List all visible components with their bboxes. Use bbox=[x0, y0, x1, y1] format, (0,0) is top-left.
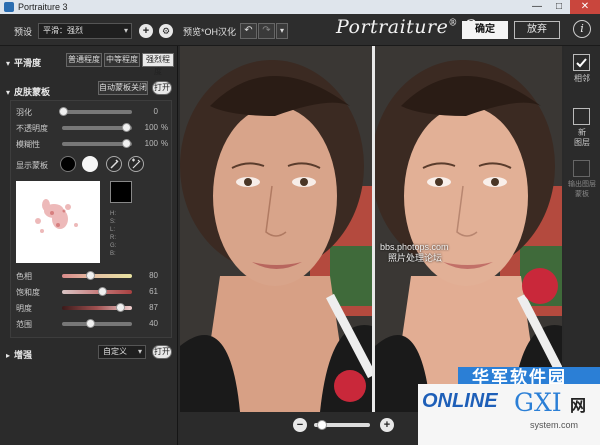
enhance-header[interactable]: 增强 bbox=[6, 348, 32, 361]
close-button[interactable]: ✕ bbox=[570, 0, 600, 14]
window-controls: — □ ✕ bbox=[526, 0, 600, 14]
site-watermark: 华军软件园 ONLINE GXI 网 system.com bbox=[418, 362, 600, 445]
auto-mask-button[interactable]: 自动蒙板关闭 bbox=[98, 81, 148, 95]
cancel-button[interactable]: 放弃 bbox=[514, 21, 560, 39]
output-mask-label: 输出图层 蒙板 bbox=[568, 181, 596, 198]
preview-watermark: bbs.photops.com 照片处理论坛 bbox=[380, 242, 449, 263]
window-title: Portraiture 3 bbox=[18, 2, 68, 12]
site-gxi: GXI bbox=[514, 388, 562, 417]
title-bar: Portraiture 3 — □ ✕ bbox=[0, 0, 600, 14]
site-net: 网 bbox=[570, 398, 587, 415]
saturation-value: 61 bbox=[149, 287, 158, 296]
range-slider[interactable] bbox=[62, 322, 132, 326]
smoothing-normal-button[interactable]: 普通程度 bbox=[66, 53, 102, 67]
top-toolbar: 预设 平滑：强烈 ▾ + ⚙ 预览*OH汉化 ↶ ↷ ▾ bbox=[0, 14, 600, 46]
add-preset-button[interactable]: + bbox=[139, 24, 153, 38]
smoothing-header[interactable]: 平滑度 bbox=[6, 56, 41, 69]
preset-label: 预设 bbox=[14, 27, 33, 37]
app-window: Portraiture 3 — □ ✕ 预设 平滑：强烈 ▾ + ⚙ 预览*OH… bbox=[0, 0, 600, 445]
info-icon[interactable]: i bbox=[573, 20, 591, 38]
chevron-down-icon: ▾ bbox=[123, 26, 128, 35]
site-name-en: ONLINE bbox=[422, 390, 498, 412]
black-swatch[interactable] bbox=[60, 156, 76, 172]
enhance-value: 自定义 bbox=[103, 347, 127, 356]
gear-icon[interactable]: ⚙ bbox=[159, 24, 173, 38]
hue-slider[interactable] bbox=[62, 274, 132, 278]
fuzziness-label: 模糊性 bbox=[16, 140, 40, 149]
output-mask-checkbox[interactable] bbox=[573, 160, 590, 177]
zoom-out-button[interactable]: − bbox=[293, 418, 307, 432]
preset-value: 平滑：强烈 bbox=[43, 26, 83, 35]
preview-area: bbs.photops.com 照片处理论坛 bbox=[180, 46, 562, 412]
skin-mask-open-button[interactable]: 打开 bbox=[152, 81, 172, 95]
side-by-side-label: 相邻 bbox=[574, 74, 590, 83]
preset-select[interactable]: 平滑：强烈 ▾ bbox=[38, 23, 132, 39]
minimize-button[interactable]: — bbox=[526, 0, 548, 14]
fuzziness-value: 100 bbox=[144, 139, 158, 148]
eyedropper-icon[interactable] bbox=[106, 156, 122, 172]
range-value: 40 bbox=[149, 319, 158, 328]
retouched-pane bbox=[375, 46, 562, 412]
range-thumb[interactable] bbox=[86, 319, 95, 328]
white-swatch[interactable] bbox=[82, 156, 98, 172]
fuzziness-thumb[interactable] bbox=[122, 139, 131, 148]
chevron-down-icon[interactable]: ▾ bbox=[276, 23, 288, 39]
original-pane bbox=[180, 46, 372, 412]
app-icon bbox=[4, 2, 14, 12]
saturation-thumb[interactable] bbox=[98, 287, 107, 296]
zoom-in-button[interactable]: + bbox=[380, 418, 394, 432]
eyedropper-plus-icon[interactable] bbox=[128, 156, 144, 172]
new-layer-label: 新 图层 bbox=[574, 128, 590, 147]
zoom-thumb[interactable] bbox=[317, 420, 327, 430]
feather-slider[interactable] bbox=[62, 110, 132, 114]
new-layer-checkbox[interactable] bbox=[573, 108, 590, 125]
brightness-thumb[interactable] bbox=[116, 303, 125, 312]
site-domain: system.com bbox=[530, 420, 579, 430]
feather-label: 羽化 bbox=[16, 108, 32, 117]
side-by-side-checkbox[interactable] bbox=[573, 54, 590, 71]
feather-thumb[interactable] bbox=[59, 107, 68, 116]
opacity-thumb[interactable] bbox=[122, 123, 131, 132]
color-readout: H: S: L: R: G: B: bbox=[110, 211, 117, 257]
feather-value: 0 bbox=[153, 107, 158, 116]
show-mask-label: 显示蒙板 bbox=[16, 161, 48, 170]
mask-preview bbox=[16, 181, 100, 263]
preview-label: 预览*OH汉化 bbox=[183, 27, 237, 37]
fuzziness-unit: % bbox=[161, 139, 169, 148]
smoothing-strong-button[interactable]: 强烈程度 bbox=[142, 53, 174, 76]
enhance-select[interactable]: 自定义 ▾ bbox=[98, 345, 146, 359]
enhance-open-button[interactable]: 打开 bbox=[152, 345, 172, 359]
opacity-unit: % bbox=[161, 123, 169, 132]
skin-mask-header[interactable]: 皮肤蒙板 bbox=[6, 85, 50, 98]
smoothing-medium-button[interactable]: 中等程度 bbox=[104, 53, 140, 67]
mask-color-swatch[interactable] bbox=[110, 181, 132, 203]
range-label: 范围 bbox=[16, 320, 32, 329]
hue-thumb[interactable] bbox=[86, 271, 95, 280]
saturation-slider[interactable] bbox=[62, 290, 132, 294]
ok-button[interactable]: 确定 bbox=[462, 21, 508, 39]
chevron-down-icon: ▾ bbox=[137, 347, 142, 356]
opacity-label: 不透明度 bbox=[16, 124, 48, 133]
hue-label: 色相 bbox=[16, 272, 32, 281]
brightness-label: 明度 bbox=[16, 304, 32, 313]
redo-button[interactable]: ↷ bbox=[258, 23, 275, 39]
opacity-value: 100 bbox=[144, 123, 158, 132]
brightness-value: 87 bbox=[149, 303, 158, 312]
undo-button[interactable]: ↶ bbox=[240, 23, 257, 39]
portraiture-logo: Portraiture® 3 bbox=[336, 16, 477, 38]
maximize-button[interactable]: □ bbox=[548, 0, 570, 14]
hue-value: 80 bbox=[149, 271, 158, 280]
saturation-label: 饱和度 bbox=[16, 288, 40, 297]
